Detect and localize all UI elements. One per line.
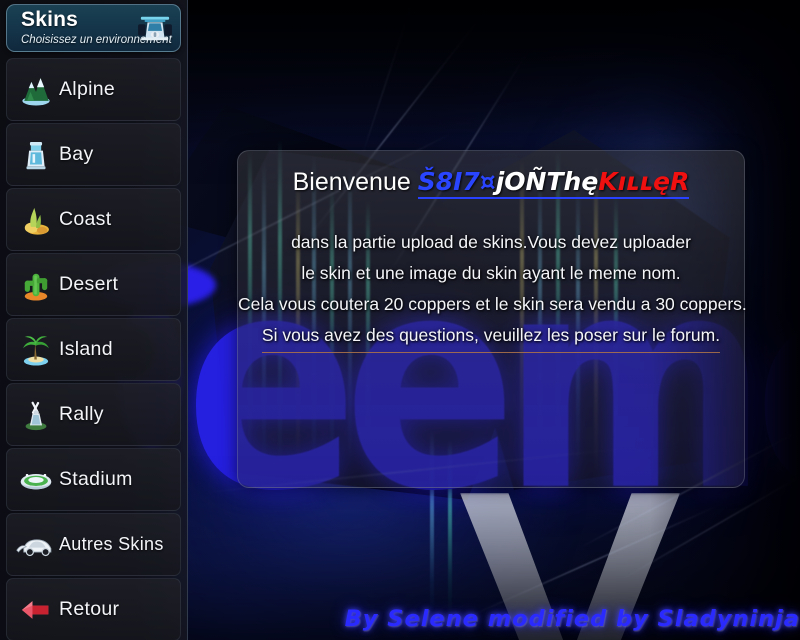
stadium-icon [13, 458, 59, 502]
sidebar-item-label: Island [59, 338, 113, 360]
welcome-panel: Bienvenue Š8I7¤jOÑThęKıʟʟęR dans la part… [237, 150, 747, 488]
palm-tree-icon [13, 328, 59, 372]
back-arrow-icon [13, 588, 59, 632]
windmill-icon [13, 393, 59, 437]
panel-line: le skin et une image du skin ayant le me… [301, 263, 681, 283]
panel-body: dans la partie upload de skins.Vous deve… [238, 227, 747, 353]
sidebar-item-label: Coast [59, 208, 112, 230]
sidebar-item-island[interactable]: Island [6, 318, 181, 381]
lighthouse-icon [13, 133, 59, 177]
sidebar-item-autres-skins[interactable]: Autres Skins [6, 513, 181, 576]
sidebar-item-retour[interactable]: Retour [6, 578, 181, 640]
sidebar-item-stadium[interactable]: Stadium [6, 448, 181, 511]
sidebar-item-label: Alpine [59, 78, 116, 100]
sidebar-item-label: Bay [59, 143, 94, 165]
sidebar-header: Skins Choisissez un environnement [6, 4, 181, 52]
welcome-prefix: Bienvenue [292, 168, 411, 196]
sidebar-item-label: Retour [59, 598, 120, 620]
panel-line: Cela vous coutera 20 coppers et le skin … [238, 294, 747, 314]
sidebar: Skins Choisissez un environnement Alpine… [0, 0, 188, 640]
race-car-icon [138, 16, 172, 41]
welcome-username: Š8I7¤jOÑThęKıʟʟęR [417, 167, 690, 199]
username-part-white: jOÑThę [495, 167, 599, 196]
welcome-heading: Bienvenue Š8I7¤jOÑThęKıʟʟęR [238, 167, 744, 199]
sidebar-item-desert[interactable]: Desert [6, 253, 181, 316]
panel-line: dans la partie upload de skins.Vous deve… [291, 232, 691, 252]
mountain-icon [13, 68, 59, 112]
sidebar-item-alpine[interactable]: Alpine [6, 58, 181, 121]
sidebar-item-label: Rally [59, 403, 104, 425]
sidebar-item-rally[interactable]: Rally [6, 383, 181, 446]
sidebar-item-bay[interactable]: Bay [6, 123, 181, 186]
app-background: eemo Skins Choisissez un environnement [0, 0, 800, 640]
cactus-icon [13, 263, 59, 307]
car-icon [13, 523, 59, 567]
panel-line: Si vous avez des questions, veuillez les… [261, 320, 721, 353]
sidebar-item-coast[interactable]: Coast [6, 188, 181, 251]
username-part-blue: Š8I7¤ [417, 167, 496, 196]
username-part-red: KıʟʟęR [598, 167, 690, 196]
sidebar-item-label: Autres Skins [59, 534, 164, 554]
sidebar-item-label: Desert [59, 273, 119, 295]
coral-rock-icon [13, 198, 59, 242]
sidebar-item-label: Stadium [59, 468, 133, 490]
sidebar-title: Skins [21, 8, 79, 31]
sidebar-menu: Alpine Bay Coast Desert Island Rally Sta… [0, 58, 187, 640]
